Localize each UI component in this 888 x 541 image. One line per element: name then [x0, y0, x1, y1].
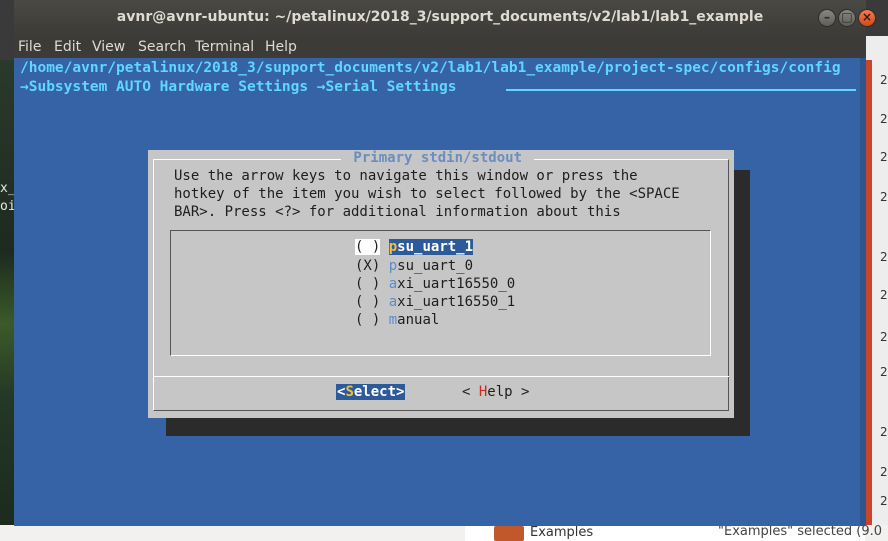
option-label: psu_uart_1	[388, 239, 474, 255]
option-axi-uart16550-1[interactable]: ( ) axi_uart16550_1	[355, 294, 515, 312]
terminal-scrollbar[interactable]	[860, 58, 866, 526]
close-button[interactable]: ×	[858, 9, 876, 27]
option-label: manual	[389, 312, 440, 328]
option-hotkey: m	[388, 312, 398, 328]
button-text: elect>	[353, 384, 405, 400]
background-status-text: "Examples" selected (9.0	[718, 524, 883, 539]
option-label: axi_uart16550_1	[389, 294, 515, 310]
background-file-label: Examples	[530, 525, 594, 540]
help-button[interactable]: < Help >	[462, 384, 529, 400]
menu-file[interactable]: File	[18, 39, 41, 55]
button-text: elp >	[487, 384, 530, 400]
window-title: avnr@avnr-ubuntu: ~/petalinux/2018_3/sup…	[116, 9, 764, 25]
background-list-digit: 2	[880, 150, 888, 164]
breadcrumb-rule	[506, 89, 856, 91]
dialog-help-text: Use the arrow keys to navigate this wind…	[174, 168, 638, 184]
dialog-title: Primary stdin/stdout	[341, 150, 535, 166]
background-list-digit: 2	[880, 330, 888, 344]
background-list-digit: 2	[880, 288, 888, 302]
option-hotkey: p	[388, 239, 398, 255]
background-list-digit: 2	[880, 494, 888, 508]
option-hotkey: p	[388, 258, 398, 274]
option-text: anual	[397, 312, 440, 328]
radio-mark: (X)	[355, 258, 381, 274]
config-path: /home/avnr/petalinux/2018_3/support_docu…	[20, 60, 841, 76]
background-list-digit: 2	[880, 250, 888, 264]
option-text: su_uart_0	[397, 258, 474, 274]
menu-search[interactable]: Search	[138, 39, 186, 55]
dialog-help-text: BAR>. Press <?> for additional informati…	[174, 204, 621, 220]
option-text: xi_uart16550_1	[397, 294, 516, 310]
background-text-line: oi	[0, 199, 14, 214]
button-bracket: <	[462, 384, 479, 400]
menu-help[interactable]: Help	[265, 39, 297, 55]
background-list-digit: 2	[880, 365, 888, 379]
menu-terminal[interactable]: Terminal	[195, 39, 254, 55]
option-label: psu_uart_0	[389, 258, 473, 274]
select-button[interactable]: <Select>	[336, 384, 406, 400]
option-label: axi_uart16550_0	[389, 276, 515, 292]
option-axi-uart16550-0[interactable]: ( ) axi_uart16550_0	[355, 276, 515, 294]
menu-edit[interactable]: Edit	[54, 39, 81, 55]
background-window-accent	[866, 60, 872, 530]
menu-view[interactable]: View	[92, 39, 125, 55]
button-hotkey: S	[345, 384, 354, 400]
title-bar[interactable]: avnr@avnr-ubuntu: ~/petalinux/2018_3/sup…	[14, 0, 876, 36]
option-hotkey: a	[388, 294, 398, 310]
breadcrumb: →Subsystem AUTO Hardware Settings →Seria…	[20, 79, 457, 95]
option-text: xi_uart16550_0	[397, 276, 516, 292]
radio-mark: ( )	[355, 312, 381, 328]
radio-mark: ( )	[355, 276, 381, 292]
desktop-background-left	[0, 60, 14, 541]
option-psu-uart-0[interactable]: (X) psu_uart_0	[355, 258, 473, 276]
button-separator	[153, 376, 729, 377]
options-list: ( ) psu_uart_1 (X) psu_uart_0 ( ) axi_ua…	[170, 230, 711, 356]
choice-dialog: Primary stdin/stdout Use the arrow keys …	[148, 150, 734, 418]
background-list-digit: 2	[880, 465, 888, 479]
radio-mark: ( )	[355, 239, 381, 255]
background-list-digit: 2	[880, 112, 888, 126]
folder-icon	[494, 526, 524, 541]
option-text: su_uart_1	[397, 239, 474, 255]
minimize-button[interactable]: –	[818, 9, 836, 27]
background-window-text: x_oi	[0, 180, 14, 216]
option-psu-uart-1[interactable]: ( ) psu_uart_1	[355, 239, 474, 257]
menu-bar: File Edit View Search Terminal Help	[14, 36, 866, 58]
background-text-line: x_	[0, 181, 14, 196]
dialog-help-text: hotkey of the item you wish to select fo…	[174, 186, 680, 202]
option-manual[interactable]: ( ) manual	[355, 312, 439, 330]
background-list-digit: 2	[880, 73, 888, 87]
background-list-digit: 2	[880, 190, 888, 204]
option-hotkey: a	[388, 276, 398, 292]
radio-mark: ( )	[355, 294, 381, 310]
maximize-button[interactable]: □	[838, 9, 856, 27]
background-list-digit: 2	[880, 425, 888, 439]
